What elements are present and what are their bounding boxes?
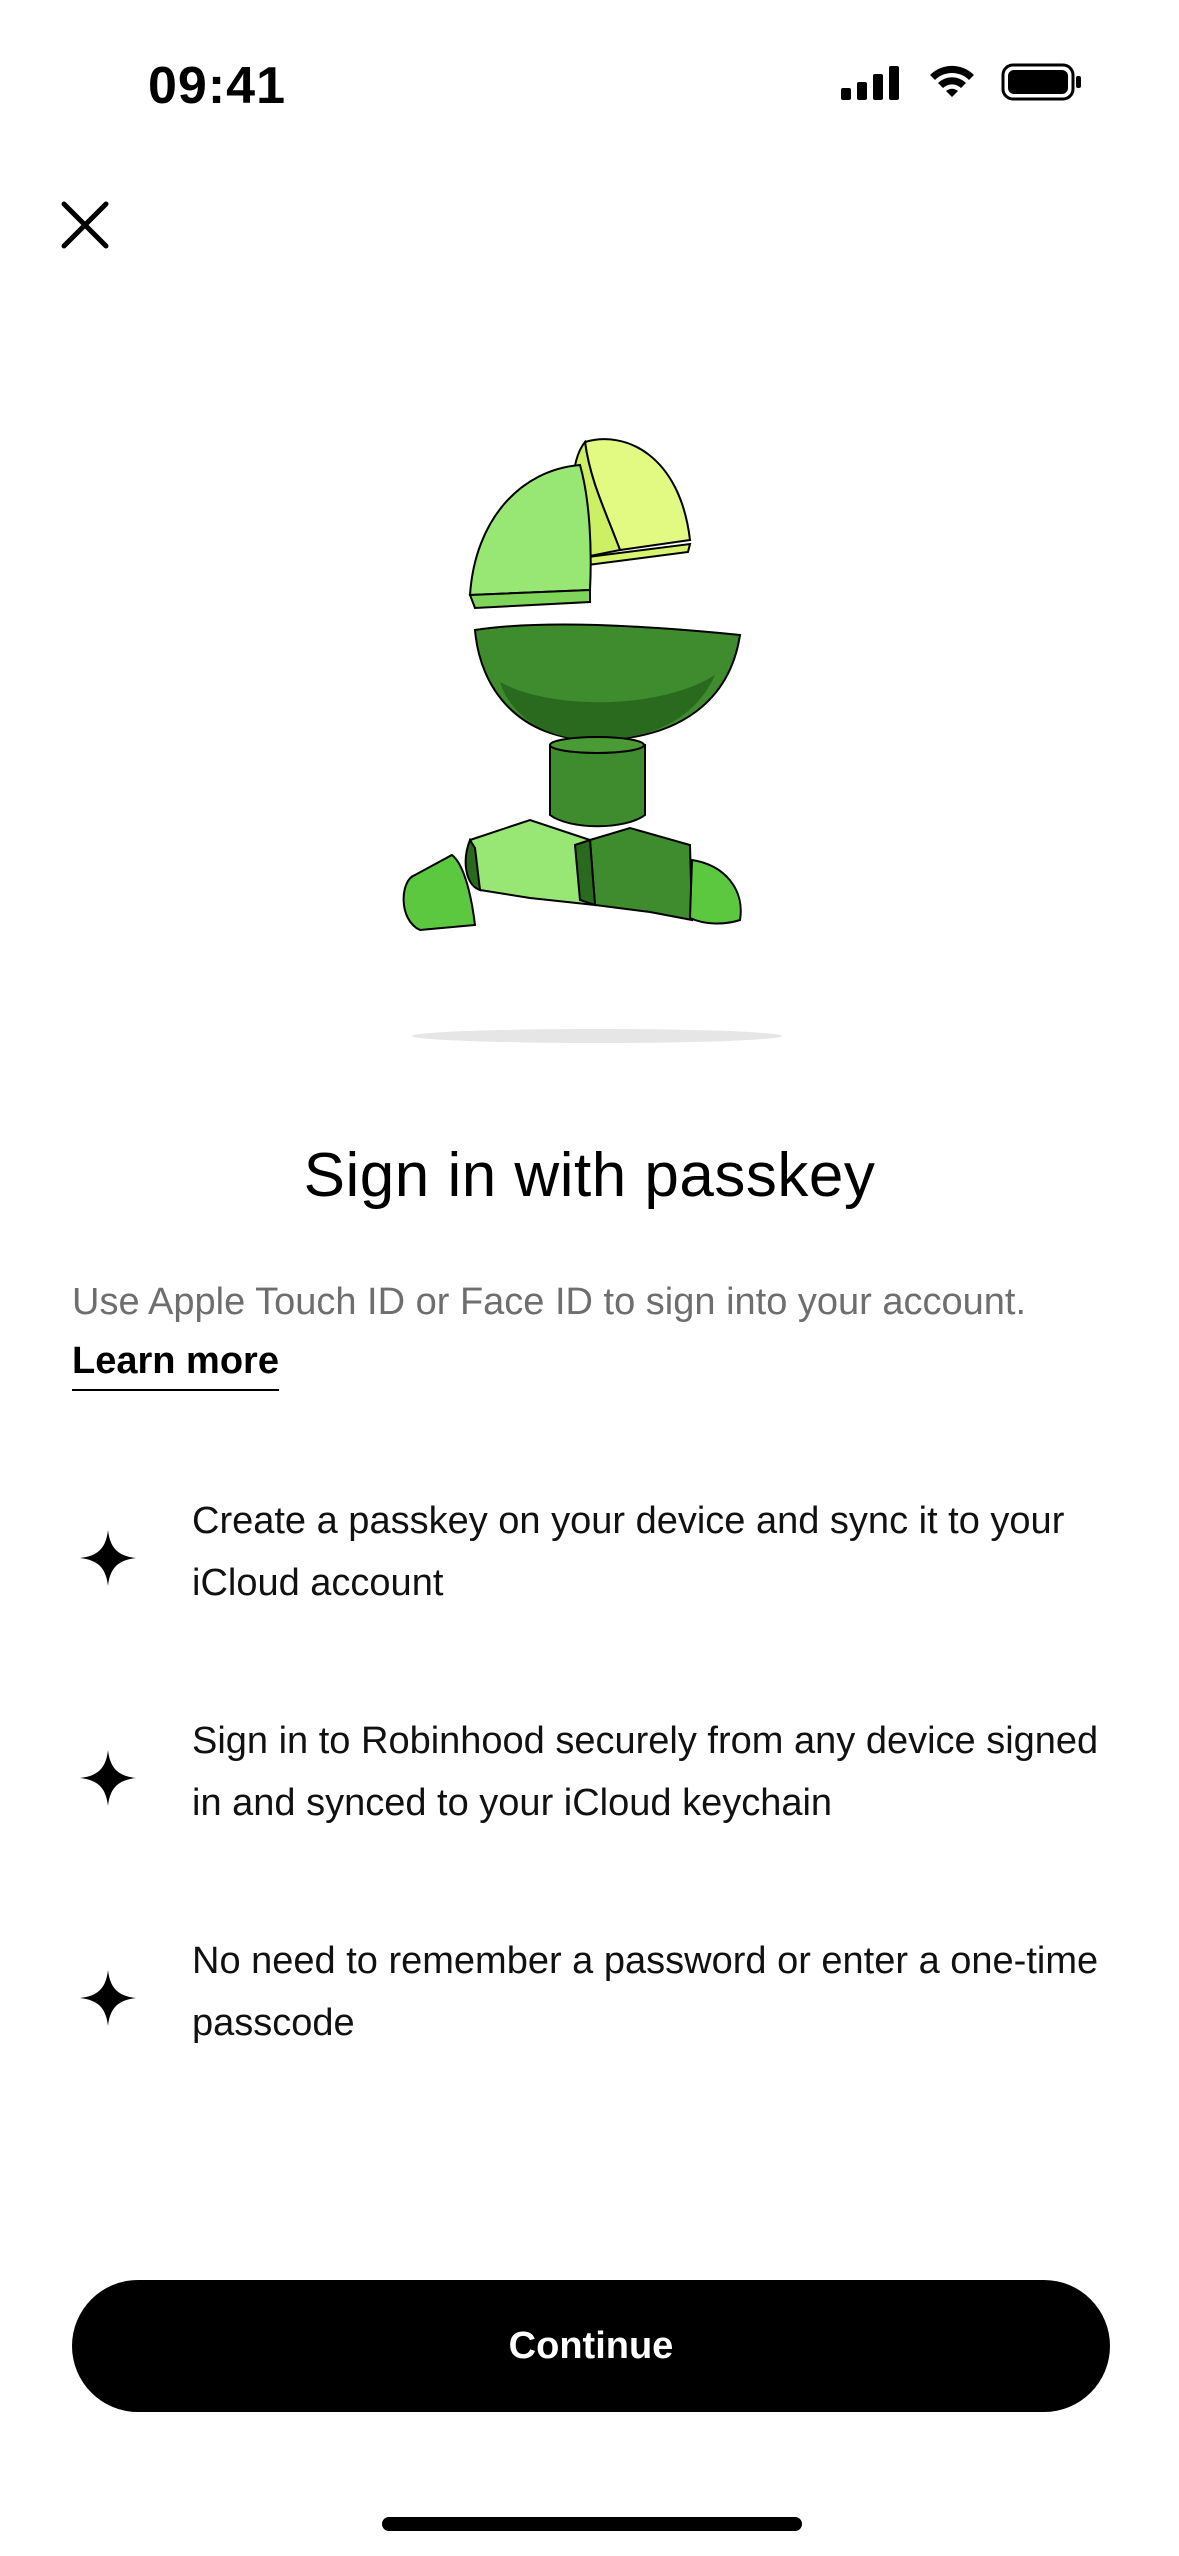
status-icons — [841, 62, 1083, 102]
feature-text: No need to remember a password or enter … — [192, 1940, 1099, 2044]
passkey-robot-illustration — [402, 438, 782, 1043]
sparkle-icon — [80, 1750, 136, 1806]
status-time: 09:41 — [148, 57, 286, 115]
feature-text: Sign in to Robinhood securely from any d… — [192, 1720, 1099, 1824]
home-indicator — [382, 2517, 802, 2531]
cellular-signal-icon — [841, 66, 899, 100]
close-button[interactable] — [50, 190, 120, 260]
continue-button[interactable]: Continue — [72, 2280, 1110, 2412]
subtitle-text: Use Apple Touch ID or Face ID to sign in… — [72, 1281, 1027, 1323]
close-icon — [61, 201, 109, 249]
sparkle-icon — [80, 1970, 136, 2026]
learn-more-link[interactable]: Learn more — [72, 1340, 279, 1391]
battery-icon — [1001, 63, 1081, 101]
wifi-icon — [930, 65, 974, 97]
feature-text: Create a passkey on your device and sync… — [192, 1500, 1065, 1604]
page-title: Sign in with passkey — [303, 1141, 876, 1210]
sparkle-icon — [80, 1530, 136, 1586]
